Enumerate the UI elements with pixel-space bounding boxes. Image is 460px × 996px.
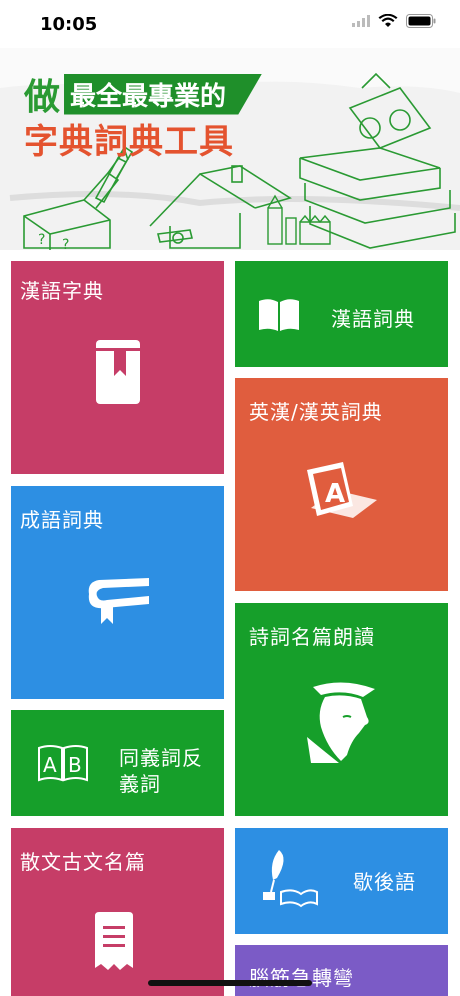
tile-label: 腦筋急轉彎 [249,966,354,990]
tile-label-line2: 義詞 [119,772,161,796]
open-book-icon [259,299,299,331]
tile-label-line1: 同義詞反 [119,746,203,770]
tile-label: 漢語詞典 [331,307,415,331]
poet-icon [307,682,375,763]
a-book-icon: A [307,462,377,518]
tile-poetry-reading[interactable]: 詩詞名篇朗讀 [235,603,448,816]
battery-icon [406,14,436,28]
tile-synonym-antonym[interactable]: A B 同義詞反 義詞 [11,710,224,816]
svg-text:B: B [68,753,82,777]
tile-label: 成語詞典 [20,508,104,532]
banner-line1: 最全最專業的 [64,73,263,115]
tile-hanzi-dictionary[interactable]: 漢語字典 [11,261,224,474]
svg-text:A: A [43,753,57,777]
banner-prefix: 做 [24,77,61,118]
banner: ? ? 做 最全最專業的 字典詞典工具 [0,48,460,250]
tile-brain-teaser[interactable]: 腦筋急轉彎 [235,945,448,996]
tile-english-chinese-dictionary[interactable]: 英漢/漢英詞典 A [235,378,448,591]
svg-text:A: A [325,479,345,509]
svg-text:?: ? [62,237,69,250]
wifi-icon [378,14,398,27]
tile-label: 散文古文名篇 [20,850,146,874]
tile-label: 詩詞名篇朗讀 [249,625,375,649]
signal-icon [352,15,370,27]
ab-book-icon: A B [38,745,88,782]
tile-chinese-word-dictionary[interactable]: 漢語詞典 [235,261,448,367]
banner-line2: 字典詞典工具 [24,122,234,162]
tile-idiom-dictionary[interactable]: 成語詞典 [11,486,224,699]
status-icons [352,14,436,28]
banner-headline: 做 最全最專業的 [24,68,263,120]
closed-book-icon [88,578,149,624]
status-bar: 10:05 [0,0,460,48]
tile-label: 歇後語 [353,870,416,894]
towers-illustration [267,194,331,245]
home-indicator[interactable] [148,980,312,986]
tile-label: 英漢/漢英詞典 [249,400,383,424]
receipt-icon [95,912,133,970]
tile-label: 漢語字典 [20,279,104,303]
bookmark-book-icon [96,340,140,404]
svg-text:?: ? [38,232,45,248]
tile-xiehouyu[interactable]: 歇後語 [235,828,448,934]
status-time: 10:05 [40,14,98,35]
tile-prose-classics[interactable]: 散文古文名篇 [11,828,224,996]
quill-book-icon [263,850,318,908]
